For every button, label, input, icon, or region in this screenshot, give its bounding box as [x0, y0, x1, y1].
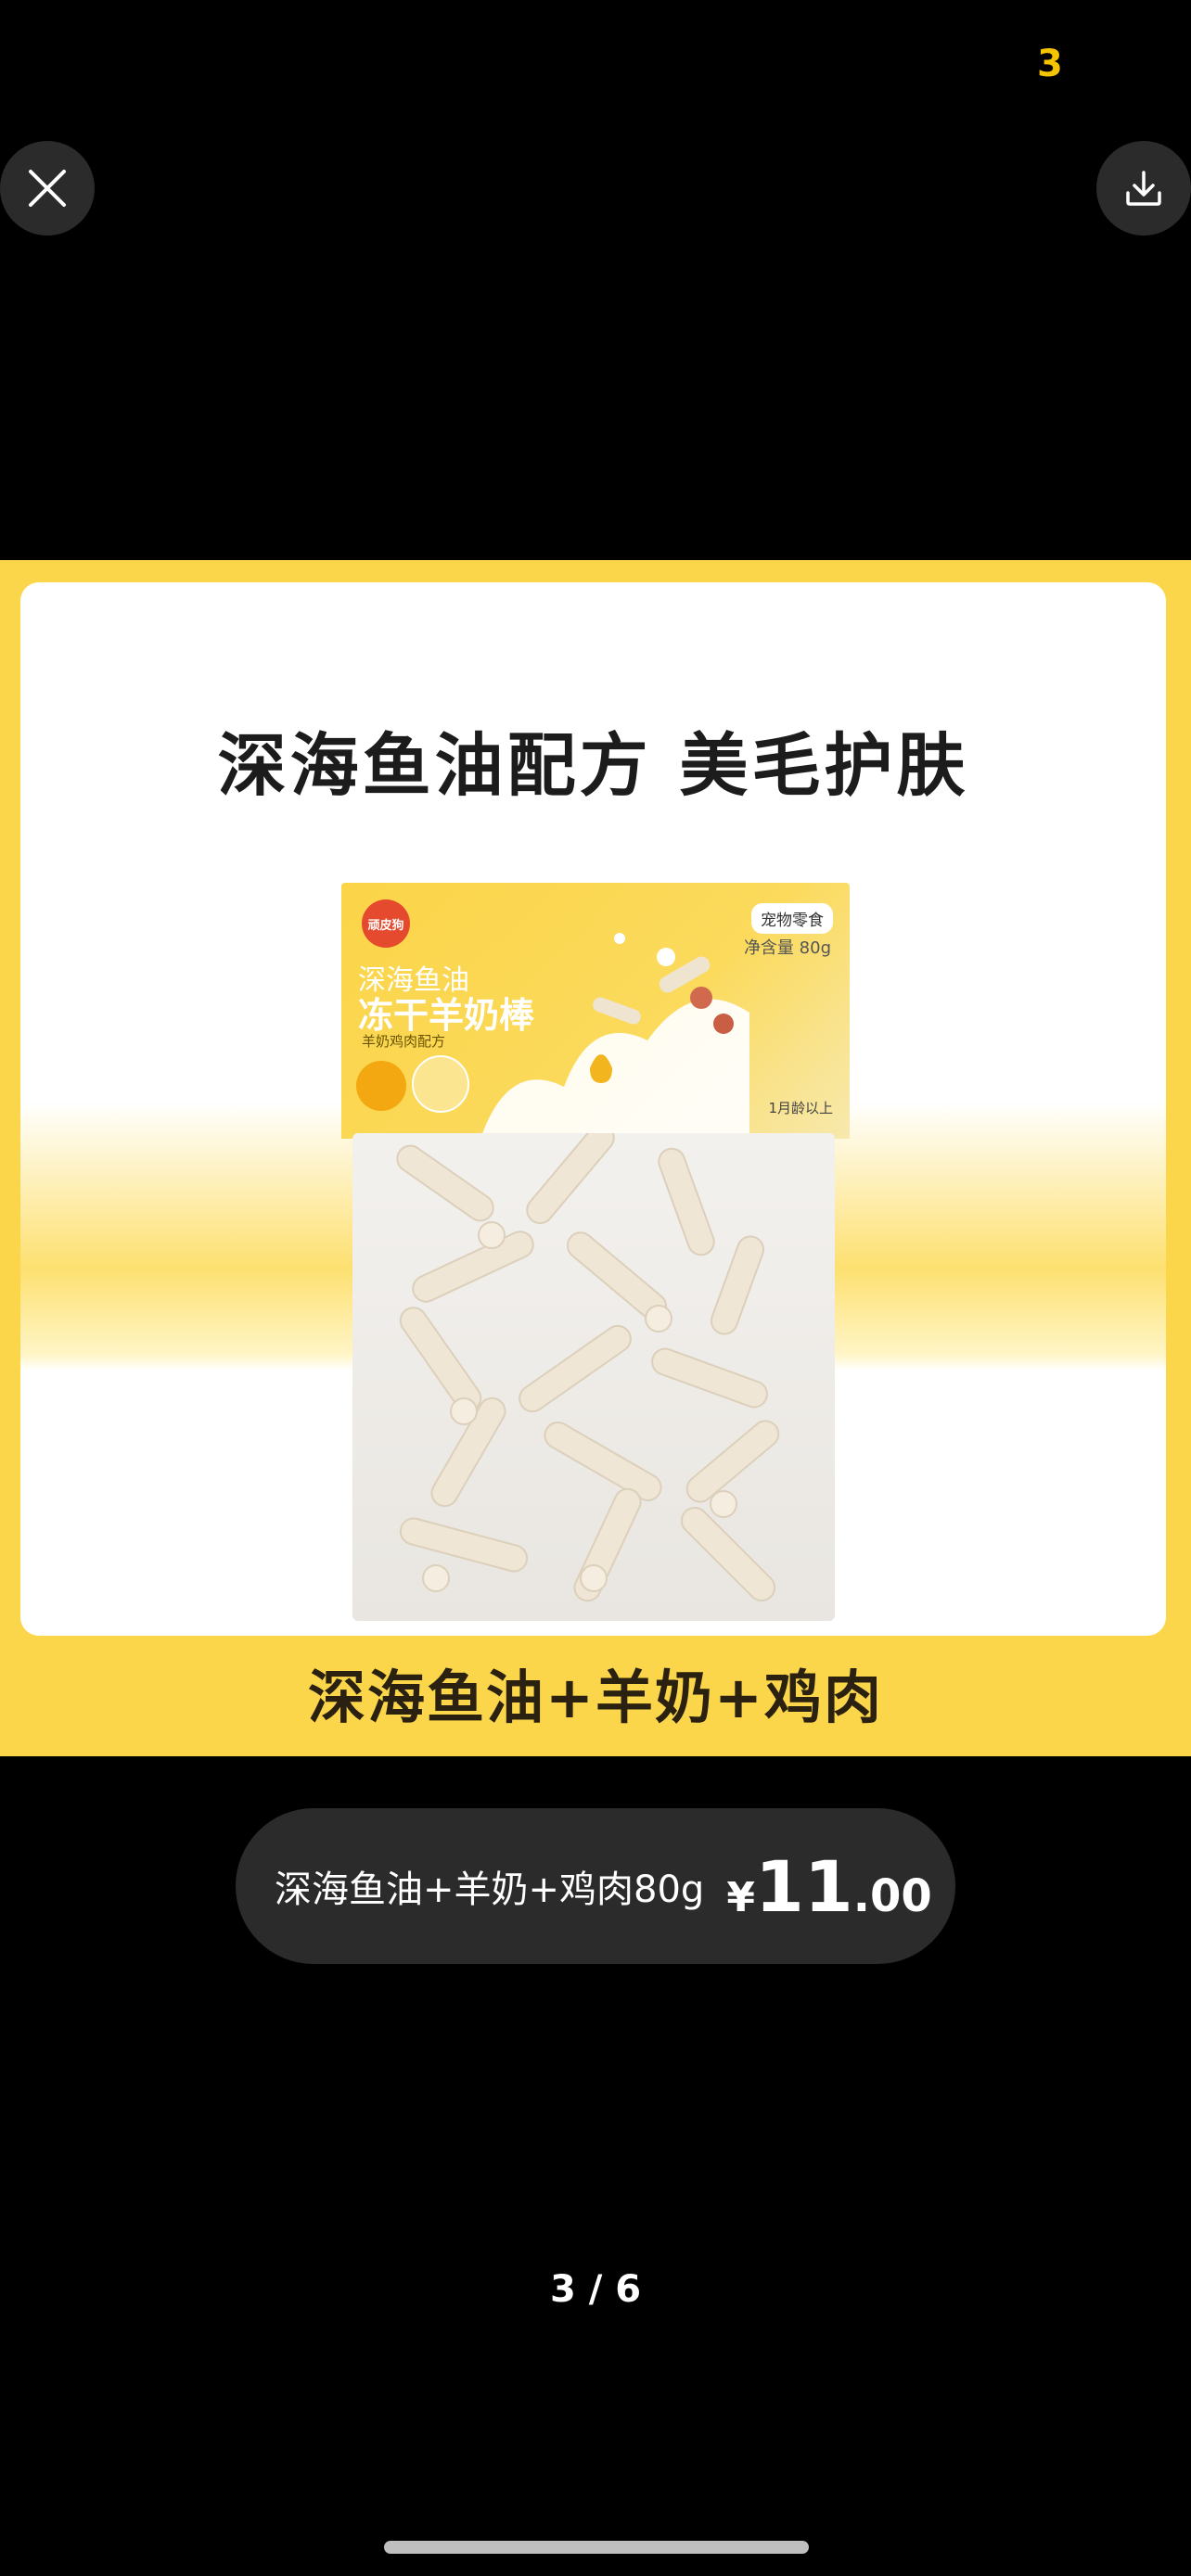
price-currency: ¥ — [726, 1873, 755, 1921]
page-indicator: 3 / 6 — [549, 2268, 642, 2311]
package-badge-secondary — [412, 1055, 469, 1113]
product-package: 顽皮狗 深海鱼油 冻干羊奶棒 羊奶鸡肉配方 宠物零食 净含量 80g 1月龄以上 — [341, 883, 850, 1625]
download-button[interactable] — [1096, 141, 1191, 236]
package-badge — [356, 1061, 406, 1111]
close-button[interactable] — [0, 141, 95, 236]
package-tag: 宠物零食 — [751, 903, 833, 934]
package-age: 1月龄以上 — [768, 1100, 833, 1116]
price-decimal: .00 — [852, 1869, 932, 1922]
status-badge: 3 — [1037, 45, 1063, 83]
poster-caption: 深海鱼油+羊奶+鸡肉 — [308, 1664, 883, 1731]
package-weight: 净含量 80g — [743, 938, 831, 958]
poster-headline: 深海鱼油配方 美毛护肤 — [217, 726, 969, 806]
milk-splash-illustration — [480, 933, 749, 1139]
price-integer: 11 — [754, 1844, 853, 1928]
package-line-3: 羊奶鸡肉配方 — [362, 1033, 446, 1050]
product-price: ¥ 11 .00 — [726, 1845, 931, 1928]
home-indicator[interactable] — [384, 2541, 809, 2554]
product-info-pill[interactable]: 深海鱼油+羊奶+鸡肉80g ¥ 11 .00 — [236, 1808, 955, 1964]
brand-logo: 顽皮狗 — [362, 899, 410, 948]
poster-card: 深海鱼油配方 美毛护肤 顽皮狗 深海鱼油 冻干羊奶棒 羊奶鸡肉配方 宠物零食 净… — [20, 582, 1166, 1636]
close-icon — [29, 170, 66, 207]
package-header: 顽皮狗 深海鱼油 冻干羊奶棒 羊奶鸡肉配方 宠物零食 净含量 80g 1月龄以上 — [341, 883, 850, 1139]
milk-sticks-illustration — [396, 1123, 780, 1602]
product-title: 深海鱼油+羊奶+鸡肉80g — [275, 1868, 705, 1911]
product-image[interactable]: 深海鱼油配方 美毛护肤 顽皮狗 深海鱼油 冻干羊奶棒 羊奶鸡肉配方 宠物零食 净… — [0, 560, 1191, 1756]
package-window — [352, 1123, 835, 1621]
download-icon — [1126, 171, 1161, 206]
